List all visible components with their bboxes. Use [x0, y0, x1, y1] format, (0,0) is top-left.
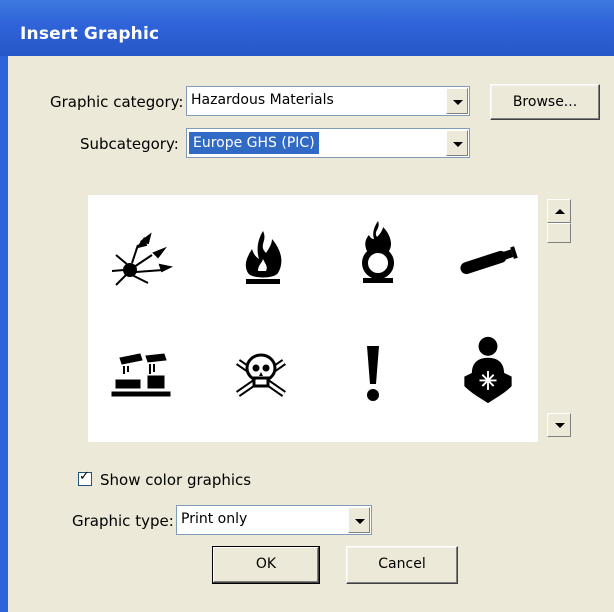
graphic-type-value: Print only — [181, 511, 248, 527]
chevron-down-icon[interactable] — [348, 507, 370, 533]
chevron-down-icon[interactable] — [446, 130, 468, 156]
ok-button-label: OK — [255, 556, 277, 572]
scroll-down-icon[interactable] — [547, 413, 571, 437]
oxidizer-icon[interactable] — [343, 217, 413, 287]
graphic-grid[interactable] — [88, 195, 538, 442]
category-value: Hazardous Materials — [191, 92, 334, 108]
cancel-button-label: Cancel — [378, 556, 426, 572]
gas-cylinder-icon[interactable] — [453, 225, 523, 295]
graphic-type-label: Graphic type: — [72, 512, 174, 530]
ok-button[interactable]: OK — [212, 546, 320, 584]
graphic-grid-scrollbar[interactable] — [542, 193, 576, 444]
category-label: Graphic category: — [50, 93, 184, 111]
title-bar: Insert Graphic — [0, 0, 614, 56]
category-dropdown[interactable]: Hazardous Materials — [186, 86, 470, 116]
browse-button[interactable]: Browse... — [490, 84, 600, 120]
show-color-checkbox[interactable] — [78, 469, 92, 486]
scroll-up-icon[interactable] — [547, 199, 571, 223]
subcategory-dropdown[interactable]: Europe GHS (PIC) — [186, 128, 470, 158]
dialog-title: Insert Graphic — [20, 24, 160, 44]
subcategory-label: Subcategory: — [80, 135, 179, 153]
cancel-button[interactable]: Cancel — [346, 546, 458, 584]
health-hazard-icon[interactable] — [453, 335, 523, 405]
corrosive-icon[interactable] — [106, 340, 176, 410]
flammable-icon[interactable] — [228, 223, 298, 293]
window-border — [0, 56, 8, 612]
show-color-label[interactable]: Show color graphics — [100, 471, 251, 489]
exclamation-icon[interactable] — [338, 340, 408, 410]
skull-crossbones-icon[interactable] — [226, 340, 296, 410]
explosive-icon[interactable] — [108, 225, 178, 295]
graphic-type-dropdown[interactable]: Print only — [176, 505, 372, 535]
browse-button-label: Browse... — [512, 94, 578, 110]
chevron-down-icon[interactable] — [446, 88, 468, 114]
subcategory-value: Europe GHS (PIC) — [189, 132, 319, 154]
scroll-thumb[interactable] — [547, 223, 571, 243]
